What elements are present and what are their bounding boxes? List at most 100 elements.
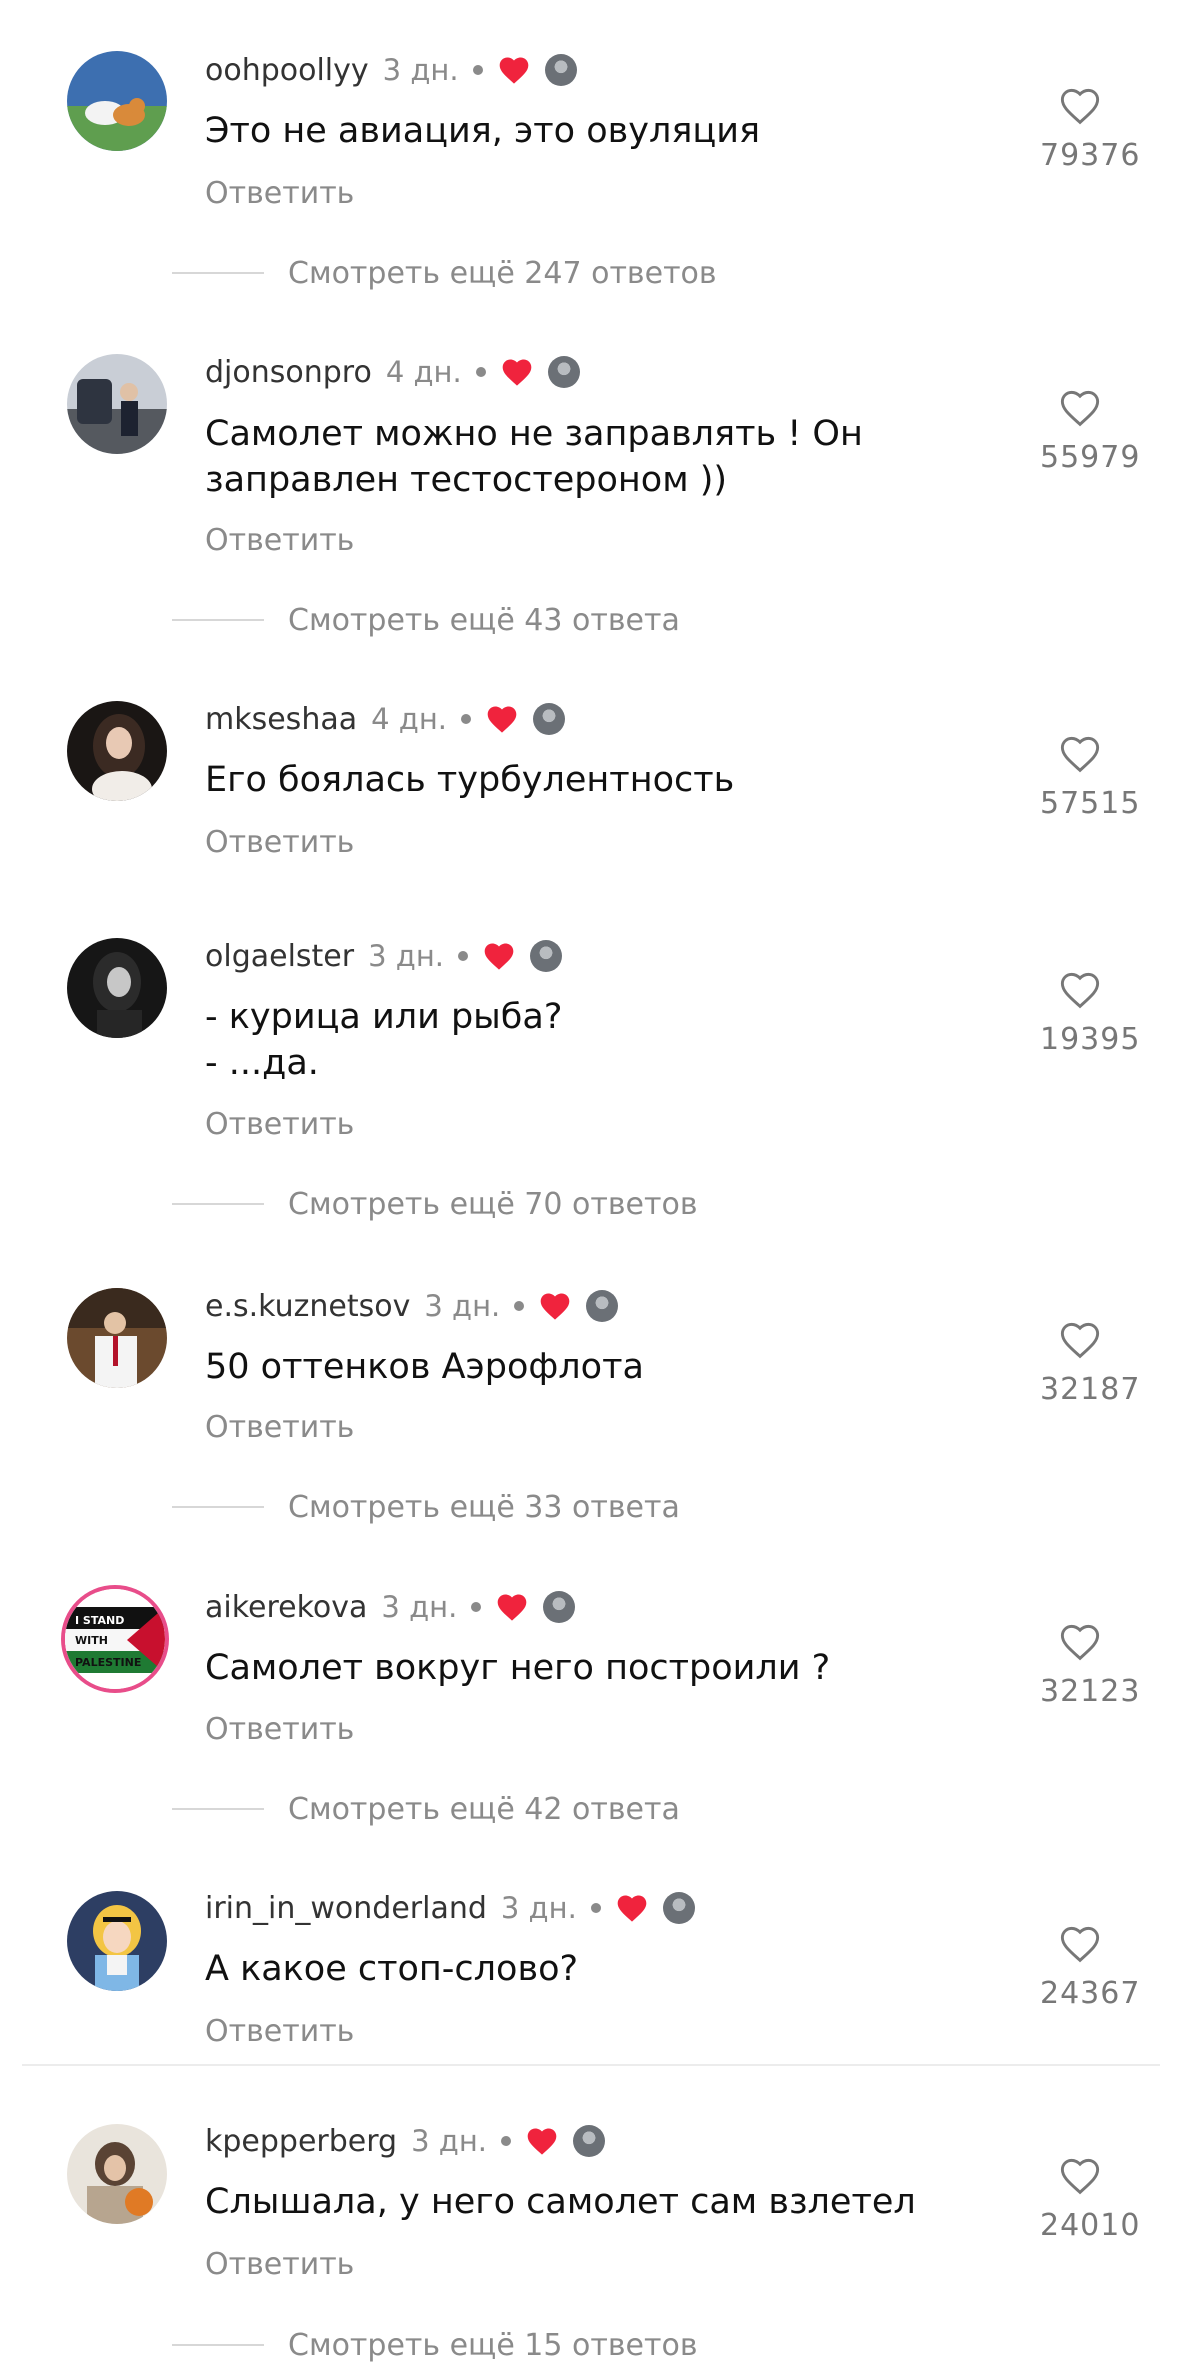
creator-avatar-icon bbox=[547, 356, 580, 388]
timestamp: 3 дн. bbox=[411, 2124, 488, 2158]
username[interactable]: mkseshaa bbox=[205, 702, 357, 737]
avatar[interactable]: I STAND WITH PALESTINE bbox=[65, 1589, 165, 1689]
timestamp: 3 дн. bbox=[500, 1891, 577, 1925]
view-replies-button[interactable]: Смотреть ещё 247 ответов bbox=[172, 253, 717, 293]
like-button[interactable]: 32123 bbox=[1040, 1622, 1139, 1709]
view-replies-label: Смотреть ещё 15 ответов bbox=[288, 2327, 698, 2363]
avatar[interactable] bbox=[67, 51, 167, 151]
timestamp: 3 дн. bbox=[424, 1289, 501, 1323]
like-button[interactable]: 32187 bbox=[1040, 1320, 1141, 1407]
view-replies-button[interactable]: Смотреть ещё 33 ответа bbox=[172, 1487, 680, 1527]
like-count: 57515 bbox=[1040, 786, 1141, 821]
comment-meta: oohpoollyy 3 дн. bbox=[205, 48, 577, 92]
avatar[interactable] bbox=[67, 701, 167, 801]
comment-text: А какое стоп-слово? bbox=[205, 1949, 579, 1989]
avatar[interactable] bbox=[67, 354, 167, 454]
separator-dot bbox=[458, 951, 468, 961]
timestamp: 3 дн. bbox=[368, 939, 444, 973]
svg-text:WITH: WITH bbox=[75, 1634, 108, 1647]
comment-meta: irin_in_wonderland 3 дн. bbox=[205, 1886, 695, 1930]
like-count: 79376 bbox=[1040, 138, 1141, 173]
heart-filled-icon bbox=[498, 1594, 527, 1621]
like-button[interactable]: 79376 bbox=[1040, 86, 1141, 173]
divider-line bbox=[172, 2344, 264, 2346]
reply-button[interactable]: Ответить bbox=[205, 1712, 354, 1747]
heart-outline-icon bbox=[1060, 1624, 1100, 1661]
avatar[interactable] bbox=[67, 2124, 167, 2224]
view-replies-label: Смотреть ещё 33 ответа bbox=[288, 1489, 680, 1525]
like-button[interactable]: 57515 bbox=[1040, 734, 1141, 821]
timestamp: 3 дн. bbox=[382, 53, 459, 87]
avatar[interactable] bbox=[67, 1288, 167, 1388]
separator-dot bbox=[501, 2136, 512, 2146]
username[interactable]: olgaelster bbox=[205, 939, 354, 974]
like-button[interactable]: 55979 bbox=[1040, 388, 1141, 475]
view-replies-label: Смотреть ещё 247 ответов bbox=[288, 255, 717, 291]
separator-dot bbox=[475, 367, 486, 377]
heart-filled-icon bbox=[540, 1293, 570, 1320]
heart-filled-icon bbox=[617, 1895, 647, 1922]
creator-avatar-icon bbox=[544, 54, 577, 86]
creator-avatar-icon bbox=[573, 2125, 606, 2157]
like-button[interactable]: 24367 bbox=[1040, 1924, 1141, 2011]
separator-dot bbox=[514, 1301, 525, 1311]
like-button[interactable]: 24010 bbox=[1040, 2156, 1141, 2243]
heart-filled-icon bbox=[487, 706, 517, 733]
comment-text: Слышала, у него самолет сам взлетел bbox=[205, 2182, 916, 2222]
reply-button[interactable]: Ответить bbox=[205, 1410, 354, 1445]
timestamp: 4 дн. bbox=[371, 702, 448, 736]
creator-avatar-icon bbox=[533, 703, 566, 735]
separator-dot bbox=[472, 65, 483, 75]
heart-filled-icon bbox=[502, 359, 532, 386]
comment-meta: aikerekova 3 дн. bbox=[205, 1585, 576, 1629]
view-replies-label: Смотреть ещё 70 ответов bbox=[288, 1186, 698, 1222]
username[interactable]: e.s.kuznetsov bbox=[205, 1289, 410, 1324]
username[interactable]: kpepperberg bbox=[205, 2124, 397, 2159]
divider-line bbox=[172, 619, 264, 621]
like-count: 24010 bbox=[1040, 2208, 1141, 2243]
separator-dot bbox=[471, 1602, 482, 1612]
heart-outline-icon bbox=[1060, 972, 1100, 1009]
username[interactable]: aikerekova bbox=[205, 1590, 367, 1625]
comment-text: - курица или рыба? - ...да. bbox=[205, 997, 563, 1083]
creator-avatar-icon bbox=[586, 1290, 619, 1322]
like-count: 55979 bbox=[1040, 440, 1141, 475]
creator-avatar-icon bbox=[530, 940, 562, 972]
timestamp: 3 дн. bbox=[381, 1590, 458, 1624]
reply-button[interactable]: Ответить bbox=[205, 523, 354, 558]
heart-outline-icon bbox=[1060, 1926, 1100, 1963]
heart-outline-icon bbox=[1060, 88, 1100, 125]
comment-text: Самолет вокруг него построили ? bbox=[205, 1648, 831, 1688]
heart-filled-icon bbox=[527, 2128, 557, 2155]
timestamp: 4 дн. bbox=[385, 355, 462, 389]
view-replies-button[interactable]: Смотреть ещё 42 ответа bbox=[172, 1789, 680, 1829]
view-replies-button[interactable]: Смотреть ещё 15 ответов bbox=[172, 2325, 698, 2365]
username[interactable]: djonsonpro bbox=[205, 355, 372, 390]
view-replies-button[interactable]: Смотреть ещё 70 ответов bbox=[172, 1184, 698, 1224]
avatar[interactable] bbox=[67, 1891, 167, 1991]
divider-line bbox=[172, 272, 264, 274]
reply-button[interactable]: Ответить bbox=[205, 1107, 354, 1142]
reply-button[interactable]: Ответить bbox=[205, 825, 354, 860]
comment-text: Это не авиация, это овуляция bbox=[205, 111, 760, 151]
view-replies-button[interactable]: Смотреть ещё 43 ответа bbox=[172, 600, 680, 640]
comment-meta: mkseshaa 4 дн. bbox=[205, 697, 566, 741]
separator-dot bbox=[590, 1903, 601, 1913]
comment-meta: kpepperberg 3 дн. bbox=[205, 2119, 606, 2163]
like-count: 24367 bbox=[1040, 1976, 1141, 2011]
view-replies-label: Смотреть ещё 42 ответа bbox=[288, 1791, 680, 1827]
reply-button[interactable]: Ответить bbox=[205, 176, 354, 211]
reply-button[interactable]: Ответить bbox=[205, 2014, 354, 2049]
creator-avatar-icon bbox=[662, 1892, 695, 1924]
like-button[interactable]: 19395 bbox=[1040, 970, 1139, 1057]
like-count: 32187 bbox=[1040, 1372, 1141, 1407]
reply-button[interactable]: Ответить bbox=[205, 2247, 354, 2282]
avatar[interactable] bbox=[67, 938, 167, 1038]
heart-outline-icon bbox=[1060, 390, 1100, 427]
heart-filled-icon bbox=[484, 943, 514, 970]
username[interactable]: oohpoollyy bbox=[205, 53, 369, 88]
divider-line bbox=[172, 1506, 264, 1508]
heart-filled-icon bbox=[499, 57, 528, 84]
creator-avatar-icon bbox=[543, 1591, 576, 1623]
username[interactable]: irin_in_wonderland bbox=[205, 1891, 487, 1926]
